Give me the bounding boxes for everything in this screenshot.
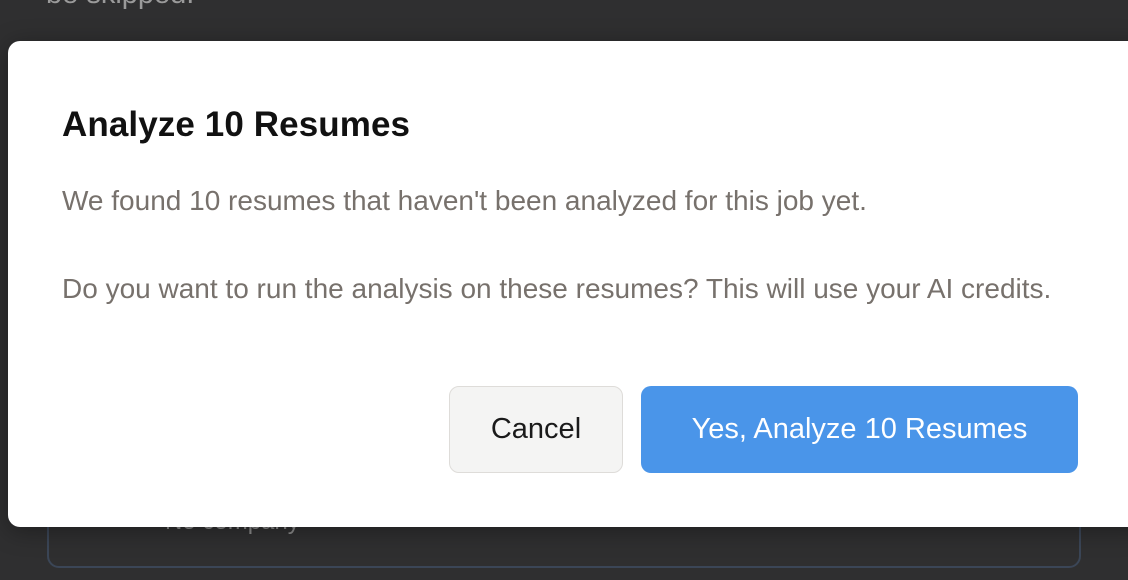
background-partial-text: be skipped. — [46, 0, 194, 11]
analyze-resumes-button[interactable]: Yes, Analyze 10 Resumes — [641, 386, 1078, 473]
confirm-dialog: Analyze 10 Resumes We found 10 resumes t… — [8, 41, 1128, 527]
dialog-title: Analyze 10 Resumes — [62, 105, 411, 144]
dialog-message-question: Do you want to run the analysis on these… — [62, 273, 1052, 304]
cancel-button[interactable]: Cancel — [449, 386, 623, 473]
dialog-message: We found 10 resumes that haven't been an… — [62, 179, 1102, 310]
dialog-message-found: We found 10 resumes that haven't been an… — [62, 185, 867, 216]
